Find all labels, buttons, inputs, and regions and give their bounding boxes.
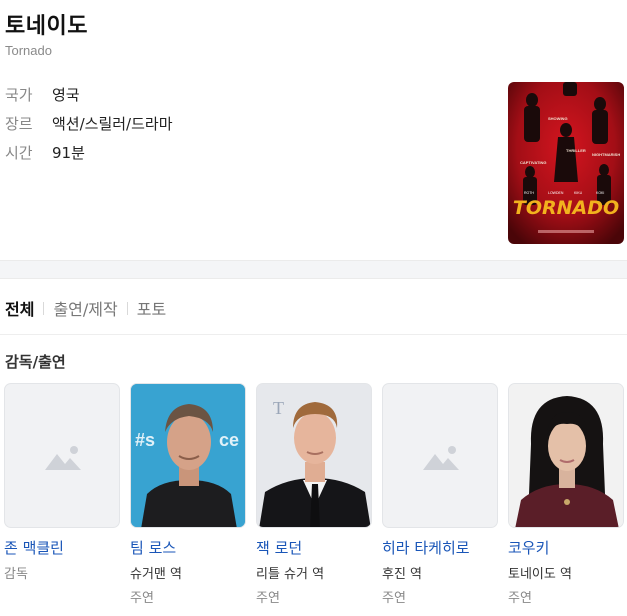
cast-card[interactable]: 코우키 토네이도 역 주연	[508, 383, 624, 606]
svg-text:ROTH: ROTH	[524, 191, 534, 195]
profile-photo[interactable]: #s ce	[130, 383, 246, 528]
svg-text:ce: ce	[219, 430, 239, 450]
cast-role: 후진 역	[382, 567, 423, 582]
info-value: 91분	[52, 144, 85, 162]
cast-name[interactable]: 팀 로스	[130, 537, 246, 558]
info-row-runtime: 시간 91분	[5, 142, 85, 163]
svg-text:SHOWING: SHOWING	[548, 116, 568, 121]
profile-photo[interactable]	[508, 383, 624, 528]
svg-text:NIGHTMARISH: NIGHTMARISH	[592, 152, 620, 157]
cast-card[interactable]: #s ce 팀 로스 슈거맨 역 주연	[130, 383, 246, 606]
cast-type: 주연	[130, 591, 154, 606]
profile-placeholder[interactable]	[382, 383, 498, 528]
info-value: 영국	[52, 86, 80, 104]
cast-section-title: 감독/출연	[5, 353, 66, 371]
cast-role: 토네이도 역	[508, 567, 572, 582]
tab-all[interactable]: 전체	[5, 296, 34, 320]
svg-text:KOKI: KOKI	[596, 191, 604, 195]
movie-poster[interactable]: SHOWING THRILLER NIGHTMARISH CAPTIVATING…	[508, 82, 624, 244]
cast-role: 슈거맨 역	[130, 567, 182, 582]
cast-name[interactable]: 존 맥클린	[4, 537, 120, 558]
tab-bar: 전체 출연/제작 포토	[5, 296, 166, 320]
poster-title-text: TORNADO	[513, 197, 619, 219]
profile-photo[interactable]: T	[256, 383, 372, 528]
image-placeholder-icon	[423, 446, 459, 470]
info-value: 액션/스릴러/드라마	[52, 115, 173, 133]
tab-photo[interactable]: 포토	[137, 296, 166, 320]
tab-separator	[43, 301, 45, 315]
cast-type: 주연	[508, 591, 532, 606]
original-title: Tornado	[5, 43, 52, 58]
info-key: 국가	[5, 86, 33, 104]
cast-type: 주연	[382, 591, 406, 606]
page-title: 토네이도	[5, 14, 88, 39]
cast-card[interactable]: 히라 타케히로 후진 역 주연	[382, 383, 498, 606]
cast-name[interactable]: 히라 타케히로	[382, 537, 498, 558]
profile-placeholder[interactable]	[4, 383, 120, 528]
svg-text:CAPTIVATING: CAPTIVATING	[520, 160, 547, 165]
image-placeholder-icon	[45, 446, 81, 470]
svg-text:THRILLER: THRILLER	[566, 148, 586, 153]
cast-card[interactable]: T 잭 로던 리틀 슈거 역 주연	[256, 383, 372, 606]
svg-text:#s: #s	[135, 430, 155, 450]
info-row-genre: 장르 액션/스릴러/드라마	[5, 113, 173, 134]
tabs-divider	[0, 334, 627, 335]
person-photo	[509, 384, 623, 527]
cast-role: 감독	[4, 567, 28, 582]
tab-cast-crew[interactable]: 출연/제작	[53, 296, 117, 320]
section-divider	[0, 260, 627, 279]
svg-text:T: T	[273, 398, 284, 418]
svg-text:LOWDEN: LOWDEN	[548, 191, 564, 195]
svg-text:KIKU: KIKU	[574, 191, 583, 195]
cast-name[interactable]: 코우키	[508, 537, 624, 558]
cast-card[interactable]: 존 맥클린 감독	[4, 383, 120, 582]
cast-role: 리틀 슈거 역	[256, 567, 325, 582]
person-photo: #s ce	[131, 384, 245, 527]
tab-separator	[126, 301, 128, 315]
cast-type: 주연	[256, 591, 280, 606]
poster-image: SHOWING THRILLER NIGHTMARISH CAPTIVATING…	[508, 82, 624, 244]
person-photo: T	[257, 384, 371, 527]
info-key: 장르	[5, 115, 33, 133]
info-key: 시간	[5, 144, 33, 162]
cast-name[interactable]: 잭 로던	[256, 537, 372, 558]
info-row-country: 국가 영국	[5, 84, 80, 105]
